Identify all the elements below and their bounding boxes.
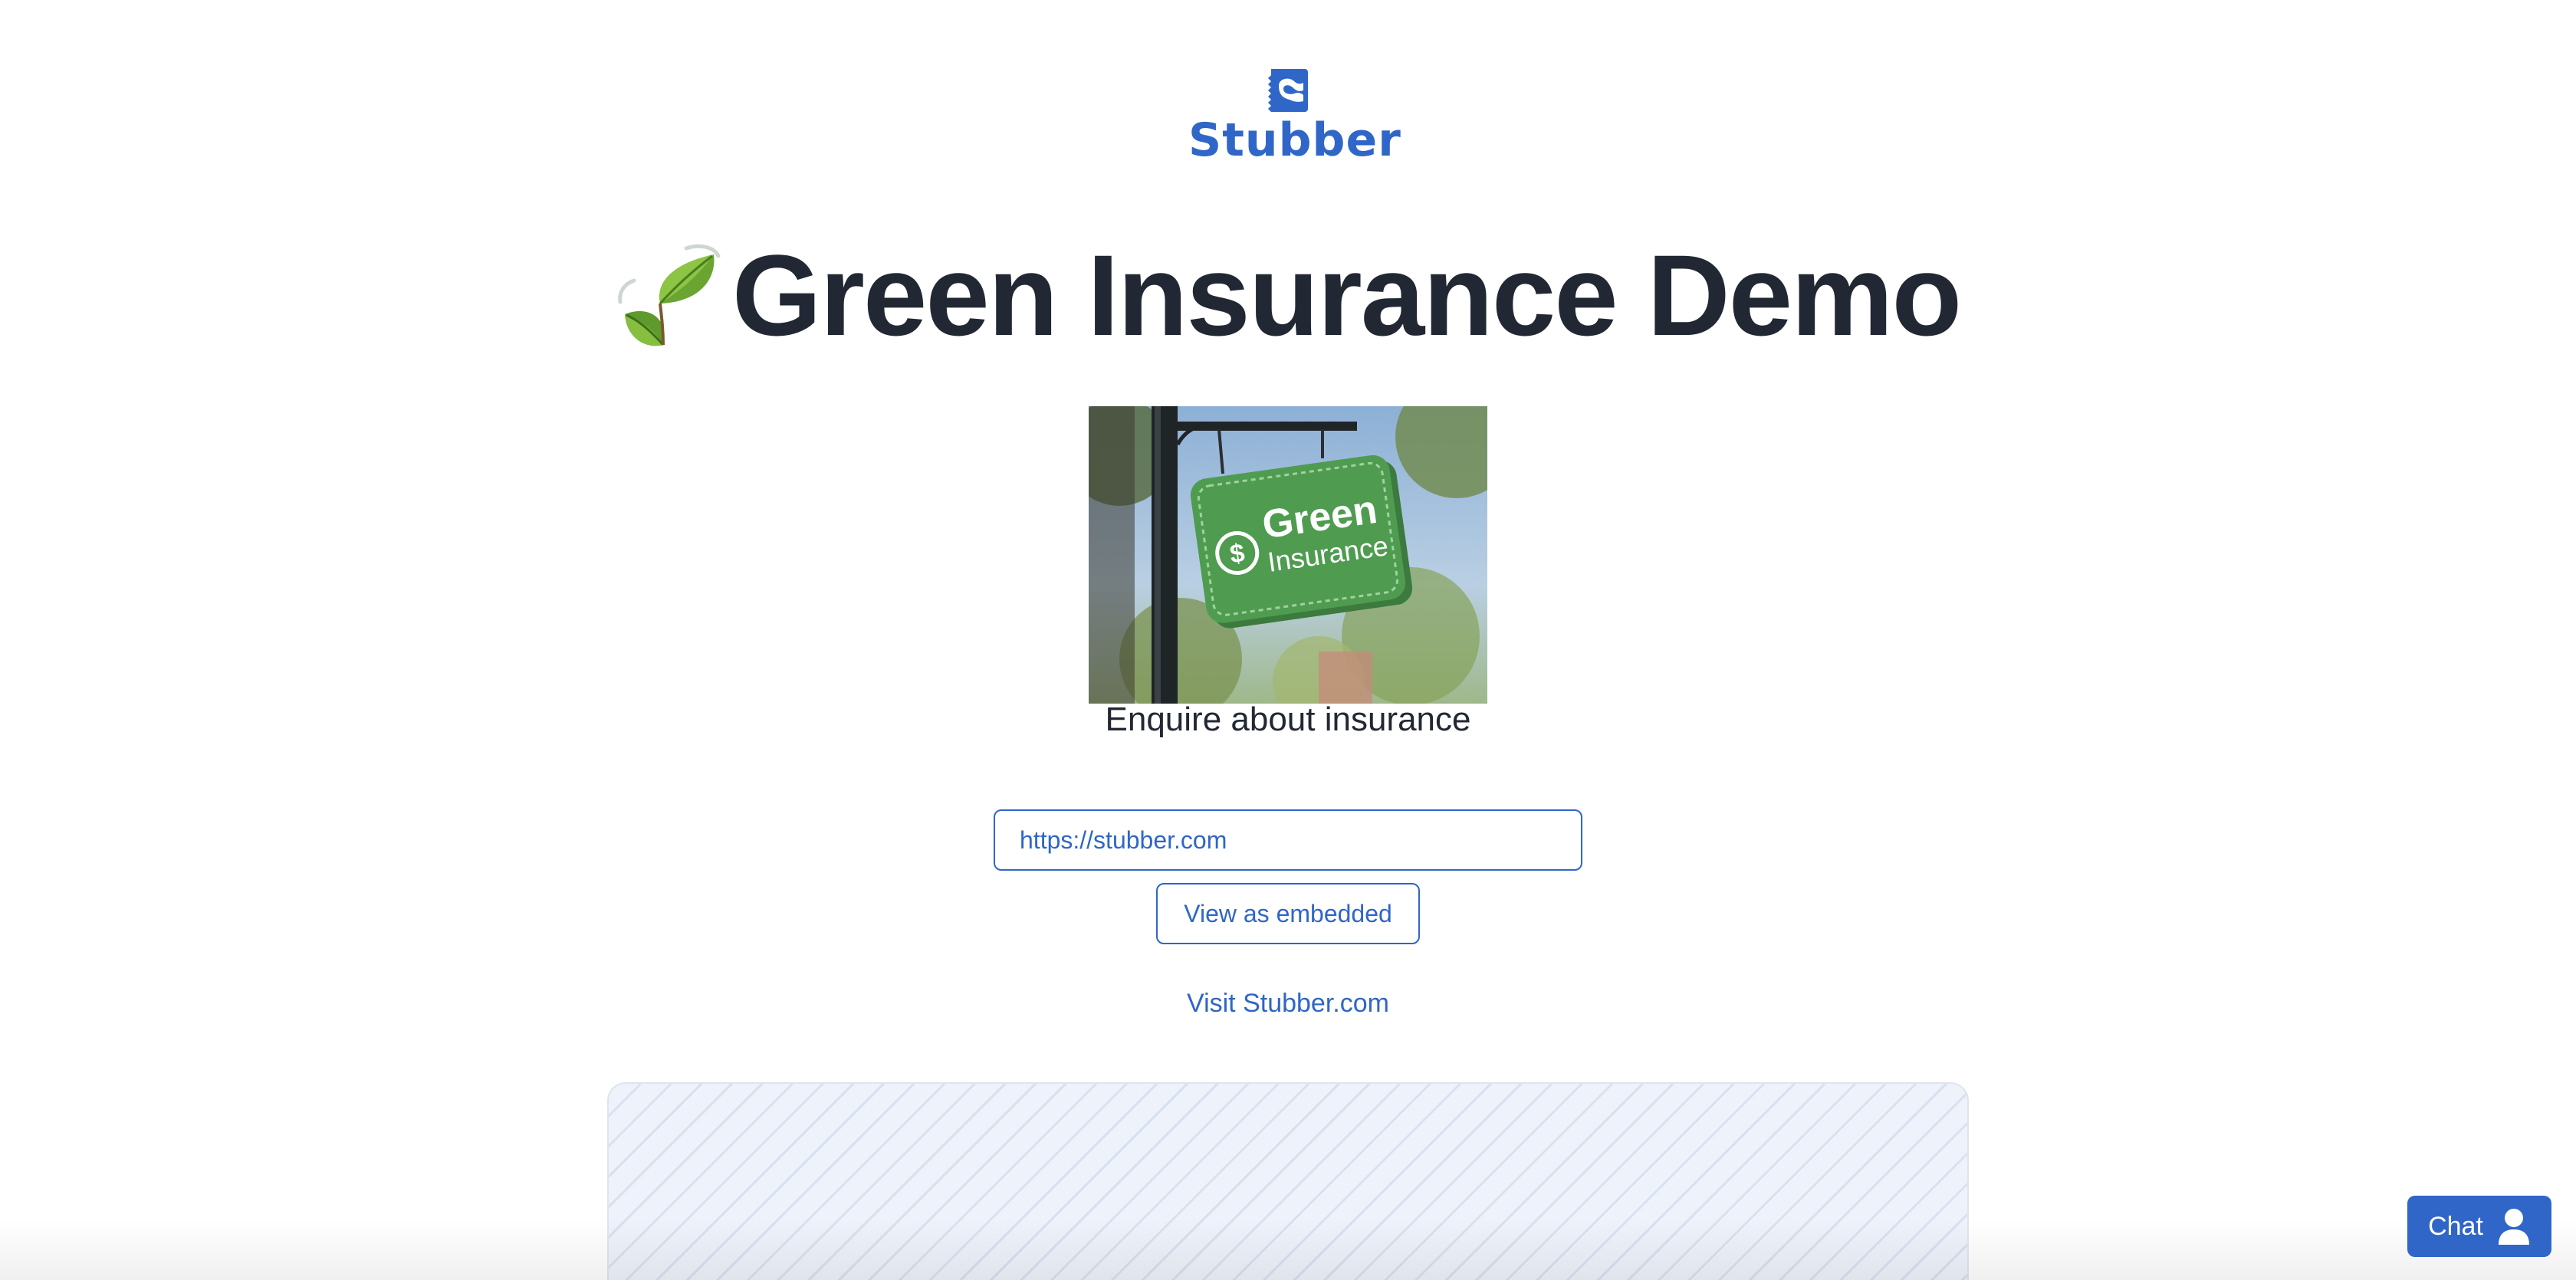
chat-button[interactable]: Chat	[2407, 1196, 2551, 1257]
visit-stubber-link[interactable]: Visit Stubber.com	[0, 989, 2576, 1019]
view-as-embedded-button[interactable]: View as embedded	[1156, 883, 1420, 944]
subtitle: Enquire about insurance	[1105, 701, 1471, 738]
stubber-ticket-icon	[1268, 69, 1308, 112]
brand-name: Stubber	[1188, 113, 1401, 167]
embed-preview-panel	[607, 1082, 1969, 1280]
url-input[interactable]	[994, 809, 1582, 871]
brand-logo[interactable]: Stubber	[1188, 67, 1401, 167]
chat-button-label: Chat	[2428, 1211, 2483, 1241]
leaf-icon	[618, 244, 721, 346]
page-header: Green Insurance Demo	[0, 230, 2576, 360]
person-icon	[2498, 1209, 2529, 1245]
page-title: Green Insurance Demo	[731, 231, 1962, 359]
hero-image: $ Green Insurance	[1089, 406, 1487, 704]
